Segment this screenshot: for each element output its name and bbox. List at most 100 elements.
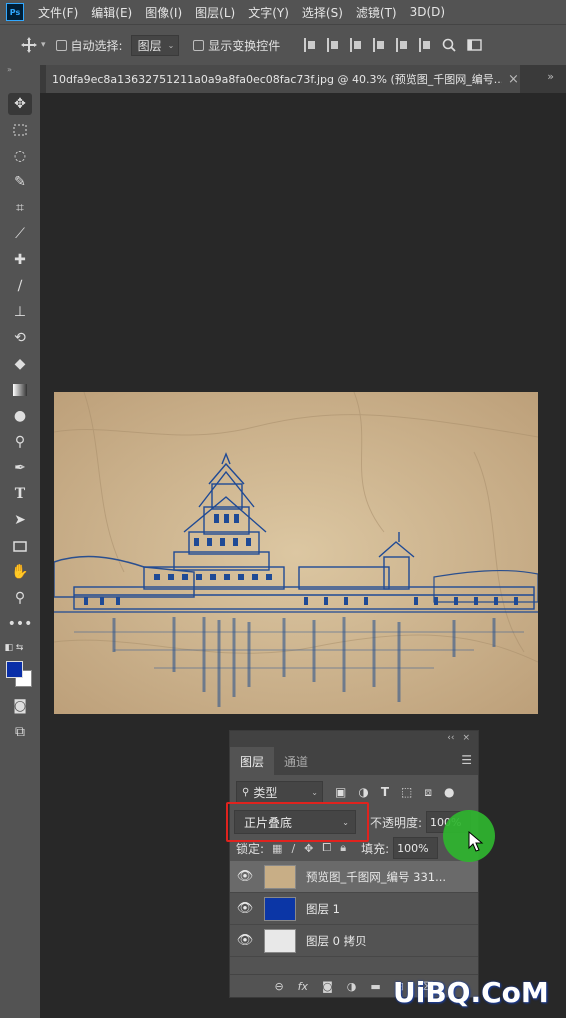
history-brush-icon[interactable]: ⟲ [8, 327, 32, 349]
show-transform-checkbox[interactable] [193, 39, 205, 51]
document-tab-bar: 10dfa9ec8a13632751211a0a9a8fa0ec08fac73f… [40, 65, 566, 93]
lock-transparent-icon[interactable]: ▦ [272, 842, 282, 855]
menu-filter[interactable]: 滤镜(T) [356, 4, 397, 21]
path-select-tool-icon[interactable]: ➤ [8, 509, 32, 531]
move-tool-icon[interactable] [20, 36, 38, 54]
layer-thumbnail [264, 928, 296, 953]
hand-tool-icon[interactable]: ✋ [8, 561, 32, 583]
crop-tool-icon[interactable]: ⌗ [8, 197, 32, 219]
auto-select-dropdown[interactable]: 图层 ⌄ [130, 34, 180, 56]
show-transform-label: 显示变换控件 [208, 38, 281, 53]
watermark-logo: UiBQ.CoM [393, 976, 549, 1009]
filter-smart-object-icon[interactable]: ⧈ [424, 785, 432, 800]
brush-tool-icon[interactable]: ∕ [8, 275, 32, 297]
eraser-tool-icon[interactable]: ◆ [8, 353, 32, 375]
panel-grip-icon[interactable]: » [7, 65, 12, 74]
eyedropper-tool-icon[interactable]: ⟋ [8, 223, 32, 245]
healing-brush-icon[interactable]: ✚ [8, 249, 32, 271]
quick-select-tool-icon[interactable]: ✎ [8, 171, 32, 193]
chevron-down-icon: ⌄ [167, 40, 175, 50]
filter-toggle-icon[interactable]: ● [444, 785, 454, 799]
type-tool-icon[interactable]: T [8, 483, 32, 505]
pen-tool-icon[interactable]: ✒ [8, 457, 32, 479]
panel-menu-icon[interactable]: ☰ [461, 753, 472, 767]
collapse-panel-icon[interactable]: ‹‹ [447, 733, 454, 743]
menu-edit[interactable]: 编辑(E) [91, 4, 132, 21]
auto-select-checkbox[interactable] [55, 39, 67, 51]
search-icon[interactable] [442, 38, 456, 52]
align-center-icon[interactable] [327, 38, 339, 52]
marquee-tool-icon[interactable] [8, 119, 32, 141]
blur-tool-icon[interactable]: ● [8, 405, 32, 427]
fx-icon[interactable]: fx [298, 980, 308, 993]
align-bottom-icon[interactable] [419, 38, 431, 52]
align-right-icon[interactable] [350, 38, 362, 52]
gradient-tool-icon[interactable] [8, 379, 32, 401]
menu-select[interactable]: 选择(S) [302, 4, 343, 21]
filter-shape-icon[interactable]: ⬚ [401, 785, 412, 799]
layer-name: 图层 1 [306, 901, 340, 916]
filter-type-icon[interactable]: T [381, 785, 389, 799]
visibility-eye-icon[interactable]: 👁︎ [230, 933, 260, 948]
tab-channels[interactable]: 通道 [274, 747, 318, 775]
menu-layer[interactable]: 图层(L) [195, 4, 235, 21]
close-panel-icon[interactable]: × [462, 733, 470, 743]
clone-stamp-icon[interactable]: ⊥ [8, 301, 32, 323]
visibility-eye-icon[interactable]: 👁︎ [230, 869, 260, 884]
move-tool-icon[interactable]: ✥ [8, 93, 32, 115]
foreground-color-swatch[interactable] [6, 661, 23, 678]
layers-panel: ‹‹ × 图层 通道 ☰ ⚲ 类型 ⌄ ▣ ◑ T ⬚ ⧈ ● 正片叠底 ⌄ 不… [226, 730, 479, 998]
align-top-icon[interactable] [373, 38, 385, 52]
chevron-down-icon[interactable]: ▾ [41, 40, 46, 50]
zoom-tool-icon[interactable]: ⚲ [8, 587, 32, 609]
visibility-eye-icon[interactable]: 👁︎ [230, 901, 260, 916]
layer-row[interactable]: 👁︎ 预览图_千图网_编号 331... [230, 861, 478, 893]
opacity-label: 不透明度: [370, 815, 423, 830]
auto-select-value: 图层 [137, 38, 162, 53]
align-middle-icon[interactable] [396, 38, 408, 52]
layer-row[interactable]: 👁︎ 图层 1 [230, 893, 478, 925]
menu-3d[interactable]: 3D(D) [410, 5, 445, 19]
lock-artboard-icon[interactable]: ⧠ [322, 841, 331, 855]
search-icon: ⚲ [242, 786, 250, 798]
workspace-icon[interactable] [467, 38, 483, 52]
lock-image-icon[interactable]: ∕ [291, 842, 295, 855]
rectangle-tool-icon[interactable] [8, 535, 32, 557]
mask-icon[interactable]: ◙ [322, 980, 333, 993]
layer-name: 图层 0 拷贝 [306, 933, 367, 948]
tools-panel: » ✥ ◌ ✎ ⌗ ⟋ ✚ ∕ ⊥ ⟲ ◆ ● ⚲ ✒ T ➤ ✋ ⚲ ••• … [0, 65, 40, 1018]
tab-layers[interactable]: 图层 [230, 747, 275, 775]
panel-header: ‹‹ × [230, 731, 478, 745]
layer-name: 预览图_千图网_编号 331... [306, 869, 447, 884]
filter-adjustment-icon[interactable]: ◑ [358, 785, 368, 799]
fill-input[interactable]: 100% [393, 837, 439, 859]
document-tab[interactable]: 10dfa9ec8a13632751211a0a9a8fa0ec08fac73f… [46, 65, 520, 93]
more-tools-icon[interactable]: ••• [8, 613, 33, 635]
layer-row[interactable]: 👁︎ 图层 0 拷贝 [230, 925, 478, 957]
layer-thumbnail [264, 864, 296, 889]
dodge-tool-icon[interactable]: ⚲ [8, 431, 32, 453]
link-icon[interactable]: ⊖ [274, 980, 283, 993]
align-left-icon[interactable] [304, 38, 316, 52]
photoshop-logo[interactable]: Ps [6, 3, 24, 21]
panel-tabs: 图层 通道 ☰ [230, 745, 478, 775]
lock-all-icon[interactable]: 🔒︎ [340, 841, 346, 855]
filter-pixel-icon[interactable]: ▣ [335, 785, 346, 799]
menu-type[interactable]: 文字(Y) [248, 4, 289, 21]
lock-position-icon[interactable]: ✥ [304, 842, 313, 855]
close-icon[interactable]: × [508, 72, 519, 87]
screen-mode-icon[interactable]: ⧉ [8, 721, 32, 743]
quick-mask-icon[interactable]: ◙ [8, 695, 32, 717]
adjustment-icon[interactable]: ◑ [347, 980, 357, 993]
blend-mode-dropdown[interactable]: 正片叠底 ⌄ [226, 802, 369, 842]
document-canvas-image[interactable] [54, 392, 538, 714]
folder-icon[interactable]: ▬ [370, 980, 380, 993]
default-colors-icon[interactable]: ◧ ⇆ [2, 637, 26, 659]
options-bar: ▾ 自动选择: 图层 ⌄ 显示变换控件 [0, 24, 566, 65]
layer-filter-dropdown[interactable]: ⚲ 类型 ⌄ [236, 781, 323, 803]
lasso-tool-icon[interactable]: ◌ [8, 145, 32, 167]
menu-image[interactable]: 图像(I) [145, 4, 182, 21]
more-tabs-icon[interactable]: » [547, 70, 554, 83]
menu-file[interactable]: 文件(F) [38, 4, 78, 21]
chevron-down-icon: ⌄ [311, 787, 318, 797]
